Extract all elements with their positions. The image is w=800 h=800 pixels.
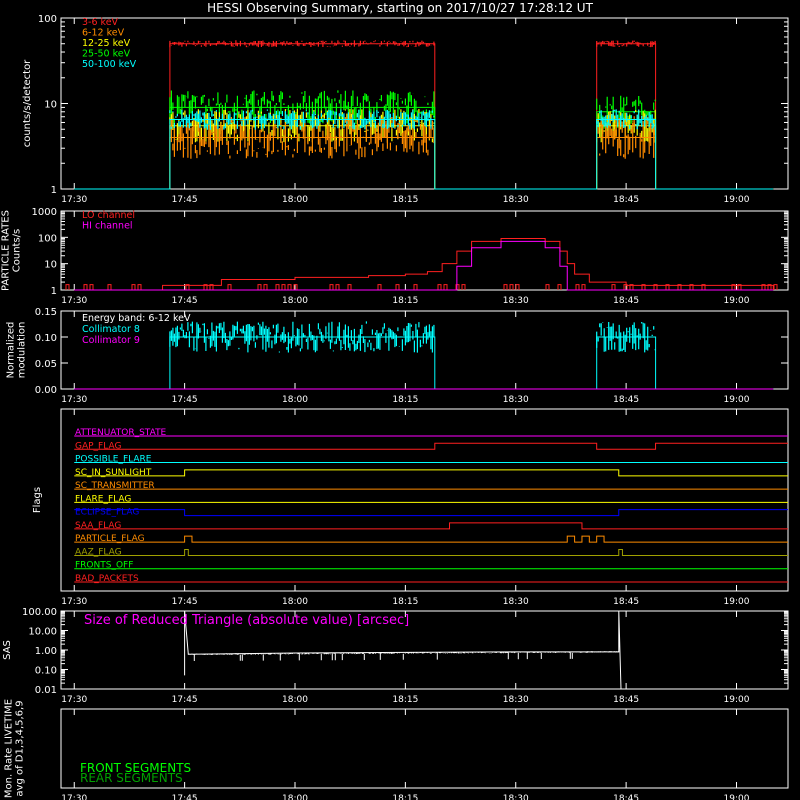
y-axis-label: Normalizedmodulation — [6, 322, 28, 379]
x-tick-label: 19:00 — [724, 195, 750, 205]
x-tick-label: 18:30 — [503, 296, 529, 306]
legend-LO-channel: LO channel — [82, 210, 135, 221]
x-tick-label: 17:30 — [61, 597, 87, 607]
flag-label-particle-flag: PARTICLE_FLAG — [75, 534, 145, 544]
x-tick-label: 18:15 — [392, 195, 418, 205]
x-tick-label: 18:15 — [392, 695, 418, 705]
x-tick-label: 18:45 — [613, 296, 639, 306]
flag-label-saa-flag: SAA_FLAG — [75, 521, 121, 531]
flag-label-sc-in-sunlight: SC_IN_SUNLIGHT — [75, 468, 152, 478]
y-tick-label: 100 — [38, 14, 57, 25]
sas-annotation: Size of Reduced Triangle (absolute value… — [84, 613, 409, 628]
y-axis-label: SAS — [2, 640, 13, 660]
y-tick-label: 10 — [44, 260, 57, 271]
x-tick-label: 17:30 — [61, 195, 87, 205]
x-tick-label: 18:00 — [282, 695, 308, 705]
x-tick-label: 18:00 — [282, 296, 308, 306]
y-tick-label: 1000 — [32, 207, 57, 218]
x-tick-label: 17:45 — [172, 296, 198, 306]
x-tick-label: 18:00 — [282, 195, 308, 205]
x-tick-label: 18:45 — [613, 195, 639, 205]
x-tick-label: 17:45 — [172, 695, 198, 705]
x-tick-label: 18:00 — [282, 794, 308, 800]
flag-label-fronts-off: FRONTS_OFF — [75, 561, 133, 571]
x-tick-label: 18:15 — [392, 794, 418, 800]
legend-50-100-keV: 50-100 keV — [82, 59, 137, 70]
flag-label-gap-flag: GAP_FLAG — [75, 441, 121, 451]
y-tick-label: 1 — [51, 286, 57, 297]
x-tick-label: 18:45 — [613, 794, 639, 800]
figure-title: HESSI Observing Summary, starting on 201… — [207, 1, 593, 15]
y-tick-label: 0.00 — [35, 385, 57, 396]
legend-Collimator-9: Collimator 9 — [82, 335, 140, 346]
legend-HI-channel: HI channel — [82, 221, 133, 232]
y-tick-label: 10.00 — [28, 627, 57, 638]
x-tick-label: 17:45 — [172, 195, 198, 205]
x-tick-label: 18:30 — [503, 597, 529, 607]
x-tick-label: 18:15 — [392, 597, 418, 607]
x-tick-label: 17:30 — [61, 695, 87, 705]
flag-label-possible-flare: POSSIBLE_FLARE — [75, 455, 152, 465]
flag-label-bad-packets: BAD_PACKETS — [75, 574, 139, 584]
x-tick-label: 19:00 — [724, 296, 750, 306]
flag-label-flare-flag: FLARE_FLAG — [75, 494, 131, 504]
y-axis-label: Flags — [32, 487, 43, 513]
y-tick-label: 10 — [44, 100, 57, 111]
legend-Collimator-8: Collimator 8 — [82, 324, 140, 335]
legend-12-25-keV: 12-25 keV — [82, 38, 131, 49]
y-tick-label: 1.00 — [35, 646, 57, 657]
legend-REAR-SEGMENTS: REAR SEGMENTS — [80, 771, 183, 785]
legend-6-12-keV: 6-12 keV — [82, 28, 125, 39]
y-axis-label: counts/s/detector — [22, 59, 33, 147]
y-tick-label: 0.15 — [35, 307, 57, 318]
legend-3-6-keV: 3-6 keV — [82, 17, 119, 28]
x-tick-label: 18:30 — [503, 395, 529, 405]
x-tick-label: 18:45 — [613, 695, 639, 705]
flag-label-sc-transmitter: SC_TRANSMITTER — [75, 481, 155, 491]
x-tick-label: 17:30 — [61, 395, 87, 405]
legend-25-50-keV: 25-50 keV — [82, 49, 131, 60]
hessi-summary-figure: HESSI Observing Summary, starting on 201… — [0, 0, 800, 800]
y-tick-label: 100 — [38, 233, 57, 244]
x-tick-label: 18:15 — [392, 296, 418, 306]
flag-label-eclipse-flag: ECLIPSE_FLAG — [75, 508, 139, 518]
x-tick-label: 19:00 — [724, 794, 750, 800]
x-tick-label: 18:00 — [282, 395, 308, 405]
energy-band-label: Energy band: 6-12 keV — [82, 313, 191, 324]
x-tick-label: 17:45 — [172, 794, 198, 800]
x-tick-label: 17:45 — [172, 597, 198, 607]
y-tick-label: 1 — [51, 185, 57, 196]
y-axis-label: Mon. Rate LIVETIMEavg of D1,3,4,5,6,9 — [4, 699, 26, 798]
y-tick-label: 0.01 — [35, 685, 57, 696]
x-tick-label: 17:30 — [61, 794, 87, 800]
y-tick-label: 0.10 — [35, 333, 57, 344]
x-tick-label: 18:30 — [503, 195, 529, 205]
flag-label-aaz-flag: AAZ_FLAG — [75, 547, 122, 557]
x-tick-label: 18:45 — [613, 597, 639, 607]
x-tick-label: 18:45 — [613, 395, 639, 405]
y-tick-label: 0.05 — [35, 359, 57, 370]
x-tick-label: 19:00 — [724, 695, 750, 705]
x-tick-label: 18:15 — [392, 395, 418, 405]
x-tick-label: 18:00 — [282, 597, 308, 607]
flag-label-attenuator-state: ATTENUATOR_STATE — [75, 428, 167, 438]
x-tick-label: 18:30 — [503, 794, 529, 800]
x-tick-label: 19:00 — [724, 597, 750, 607]
x-tick-label: 19:00 — [724, 395, 750, 405]
y-tick-label: 100.00 — [22, 607, 57, 618]
x-tick-label: 18:30 — [503, 695, 529, 705]
y-tick-label: 0.10 — [35, 666, 57, 677]
x-tick-label: 17:30 — [61, 296, 87, 306]
x-tick-label: 17:45 — [172, 395, 198, 405]
